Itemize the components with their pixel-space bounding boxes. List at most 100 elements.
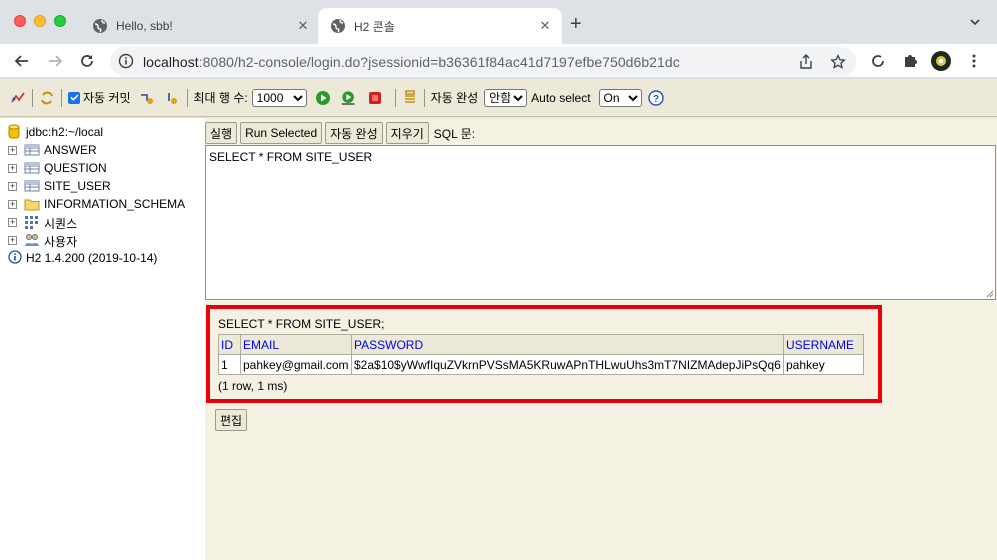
browser-tab-hello[interactable]: Hello, sbb! ✕ bbox=[80, 8, 322, 44]
history-icon[interactable] bbox=[402, 89, 418, 106]
toolbar-separator bbox=[394, 88, 396, 107]
maxrows-select[interactable]: 1000 bbox=[251, 88, 307, 107]
tab-title: H2 콘솔 bbox=[354, 19, 395, 34]
sequence-icon bbox=[25, 216, 38, 229]
column-header-password[interactable]: PASSWORD bbox=[351, 334, 784, 355]
tree-item-question[interactable]: + QUESTION bbox=[0, 159, 205, 177]
extensions-button[interactable] bbox=[900, 51, 920, 71]
result-query: SELECT * FROM SITE_USER; bbox=[218, 317, 385, 331]
tree-item-sequences[interactable]: + 시퀀스 bbox=[0, 213, 205, 231]
expand-icon[interactable]: + bbox=[8, 200, 17, 209]
new-tab-button[interactable]: + bbox=[570, 14, 582, 34]
autoselect-select[interactable]: On bbox=[598, 88, 642, 107]
run-selected-button[interactable]: Run Selected bbox=[240, 122, 323, 144]
close-tab-icon[interactable]: ✕ bbox=[538, 18, 552, 33]
tab-title: Hello, sbb! bbox=[116, 19, 173, 33]
avatar-icon bbox=[931, 51, 951, 71]
address-bar[interactable]: localhost:8080/h2-console/login.do?jsess… bbox=[110, 47, 856, 76]
share-icon[interactable] bbox=[798, 54, 814, 70]
autocomplete-select[interactable]: 안함 bbox=[484, 88, 528, 107]
stop-icon[interactable] bbox=[367, 90, 383, 106]
reload-icon bbox=[81, 55, 93, 67]
reload-button[interactable] bbox=[77, 51, 97, 71]
column-header-username[interactable]: USERNAME bbox=[783, 334, 864, 355]
extension-refresh-button[interactable] bbox=[868, 51, 888, 71]
cell-id: 1 bbox=[218, 354, 241, 375]
globe-icon bbox=[93, 19, 107, 33]
close-window-button[interactable] bbox=[14, 15, 26, 27]
tree-item-information-schema[interactable]: + INFORMATION_SCHEMA bbox=[0, 195, 205, 213]
expand-icon[interactable]: + bbox=[8, 218, 17, 227]
resize-grip-icon[interactable] bbox=[985, 289, 994, 298]
back-button[interactable] bbox=[12, 51, 32, 71]
close-tab-icon[interactable]: ✕ bbox=[296, 18, 310, 33]
url-host: localhost bbox=[143, 54, 199, 70]
browser-titlebar: Hello, sbb! ✕ H2 콘솔 ✕ + bbox=[0, 0, 997, 44]
tree-root[interactable]: jdbc:h2:~/local bbox=[0, 123, 205, 141]
rollback-icon[interactable] bbox=[139, 90, 155, 106]
autocomplete-button[interactable]: 자동 완성 bbox=[325, 122, 383, 144]
result-info: (1 row, 1 ms) bbox=[218, 379, 288, 393]
expand-icon[interactable]: + bbox=[8, 146, 17, 155]
column-header-email[interactable]: EMAIL bbox=[240, 334, 352, 355]
table-icon bbox=[24, 162, 40, 174]
info-icon bbox=[8, 250, 22, 264]
tree-item-label: QUESTION bbox=[44, 161, 107, 175]
schema-tree: jdbc:h2:~/local + ANSWER + QUESTION + SI… bbox=[0, 118, 205, 560]
sql-editor[interactable]: SELECT * FROM SITE_USER bbox=[205, 145, 996, 300]
profile-avatar[interactable] bbox=[931, 51, 951, 71]
clear-button[interactable]: 지우기 bbox=[385, 122, 429, 144]
tree-item-label: SITE_USER bbox=[44, 179, 111, 193]
version-label: H2 1.4.200 (2019-10-14) bbox=[26, 251, 158, 265]
table-row: 1 pahkey@gmail.com $2a$10$yWwfIquZVkrnPV… bbox=[218, 354, 864, 375]
tree-item-label: 시퀀스 bbox=[44, 217, 78, 231]
bookmark-star-icon[interactable] bbox=[830, 54, 846, 70]
globe-icon bbox=[331, 19, 345, 33]
puzzle-icon bbox=[905, 55, 917, 67]
main-panel: 실행 Run Selected 자동 완성 지우기 SQL 문: SELECT … bbox=[205, 118, 997, 560]
chevron-down-icon[interactable] bbox=[969, 16, 981, 28]
disconnect-icon[interactable] bbox=[10, 90, 26, 106]
tree-item-label: 사용자 bbox=[44, 235, 78, 249]
maxrows-label: 최대 행 수: bbox=[193, 91, 248, 105]
run-button[interactable]: 실행 bbox=[205, 122, 238, 144]
h2-toolbar: 자동 커밋 최대 행 수: 1000 자동 완성 안함 Auto select … bbox=[0, 79, 997, 117]
refresh-circle-icon bbox=[872, 55, 884, 67]
tree-item-site-user[interactable]: + SITE_USER bbox=[0, 177, 205, 195]
tree-item-answer[interactable]: + ANSWER bbox=[0, 141, 205, 159]
tree-item-label: INFORMATION_SCHEMA bbox=[44, 197, 186, 211]
table-header-row: ID EMAIL PASSWORD USERNAME bbox=[218, 334, 864, 355]
tree-item-label: ANSWER bbox=[44, 143, 97, 157]
browser-tab-h2[interactable]: H2 콘솔 ✕ bbox=[318, 8, 562, 44]
cell-password: $2a$10$yWwfIquZVkrnPVSsMA5KRuwAPnTHLwuUh… bbox=[351, 354, 784, 375]
expand-icon[interactable]: + bbox=[8, 164, 17, 173]
result-panel: SELECT * FROM SITE_USER; ID EMAIL PASSWO… bbox=[206, 305, 882, 403]
refresh-tables-icon[interactable] bbox=[39, 90, 55, 106]
run-icon[interactable] bbox=[315, 90, 331, 106]
minimize-window-button[interactable] bbox=[34, 15, 46, 27]
kebab-menu-icon bbox=[972, 54, 976, 68]
toolbar-separator bbox=[186, 88, 188, 107]
tree-item-users[interactable]: + 사용자 bbox=[0, 231, 205, 249]
info-icon[interactable] bbox=[118, 53, 134, 69]
sql-statement-label: SQL 문: bbox=[433, 126, 476, 141]
expand-icon[interactable]: + bbox=[8, 236, 17, 245]
edit-button[interactable]: 편집 bbox=[215, 409, 248, 431]
forward-button[interactable] bbox=[45, 51, 65, 71]
sql-editor-text: SELECT * FROM SITE_USER bbox=[209, 150, 373, 164]
commit-icon[interactable] bbox=[165, 90, 181, 106]
arrow-right-icon bbox=[49, 55, 63, 67]
toolbar-separator bbox=[423, 88, 425, 107]
folder-icon bbox=[24, 199, 40, 211]
run-selected-icon[interactable] bbox=[341, 90, 357, 106]
expand-icon[interactable]: + bbox=[8, 182, 17, 191]
browser-menu-button[interactable] bbox=[964, 51, 984, 71]
autocommit-checkbox[interactable] bbox=[68, 91, 80, 104]
maximize-window-button[interactable] bbox=[54, 15, 66, 27]
sql-toolbar: 실행 Run Selected 자동 완성 지우기 SQL 문: bbox=[205, 121, 475, 145]
help-icon[interactable]: ? bbox=[647, 89, 664, 106]
toolbar-separator bbox=[32, 88, 33, 107]
toolbar-separator bbox=[61, 88, 62, 107]
tree-root-label: jdbc:h2:~/local bbox=[26, 125, 104, 139]
column-header-id[interactable]: ID bbox=[218, 334, 241, 355]
